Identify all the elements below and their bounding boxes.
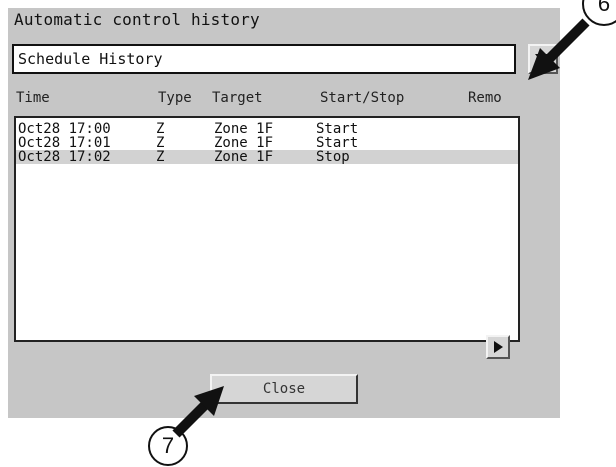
callout-6-arrow [541,18,590,67]
callout-arrows [172,18,590,438]
callout-7-arrow [172,398,212,438]
